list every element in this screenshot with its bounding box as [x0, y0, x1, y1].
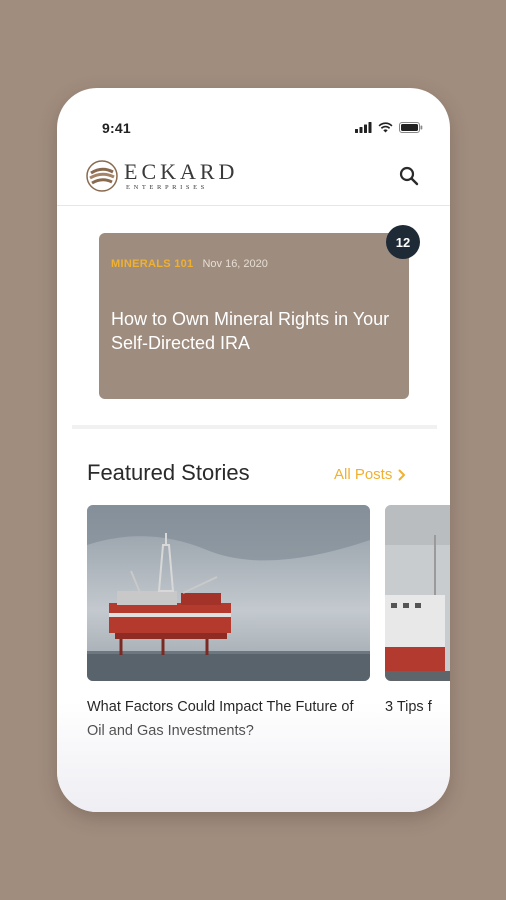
hero-title: How to Own Mineral Rights in Your Self-D… [111, 309, 390, 353]
chevron-right-icon [398, 469, 406, 480]
logo-subtitle: ENTERPRISES [126, 184, 208, 191]
hero-category[interactable]: MINERALS 101 [111, 258, 193, 270]
story-card[interactable]: What Factors Could Impact The Future of … [87, 505, 370, 743]
story-title: What Factors Could Impact The Future of … [87, 699, 354, 739]
search-icon[interactable] [397, 164, 421, 188]
logo-wordmark: ECKARD [124, 159, 239, 184]
phone-frame: 9:41 ECKARD ENTERPRISES MINERALS 101 Nov… [57, 88, 450, 812]
app-header: ECKARD ENTERPRISES [57, 150, 450, 206]
hero-count-badge: 12 [386, 225, 420, 259]
section-divider [72, 425, 437, 429]
story-image-ship [385, 505, 450, 681]
logo-mark-icon [86, 160, 118, 192]
logo[interactable]: ECKARD ENTERPRISES [86, 160, 238, 192]
hero-meta: MINERALS 101 Nov 16, 2020 [111, 258, 268, 270]
story-title: 3 Tips f [385, 699, 432, 715]
battery-icon [399, 122, 423, 133]
story-image-oil-rig [87, 505, 370, 681]
all-posts-label: All Posts [334, 466, 393, 483]
hero-article-card[interactable]: MINERALS 101 Nov 16, 2020 How to Own Min… [99, 233, 409, 399]
signal-icon [355, 122, 372, 133]
wifi-icon [378, 122, 393, 133]
status-time: 9:41 [102, 120, 131, 136]
hero-date: Nov 16, 2020 [202, 258, 268, 270]
story-card[interactable]: 3 Tips f [385, 505, 450, 719]
status-icons [355, 122, 423, 133]
featured-stories-heading: Featured Stories [87, 460, 250, 485]
all-posts-link[interactable]: All Posts [334, 466, 406, 483]
